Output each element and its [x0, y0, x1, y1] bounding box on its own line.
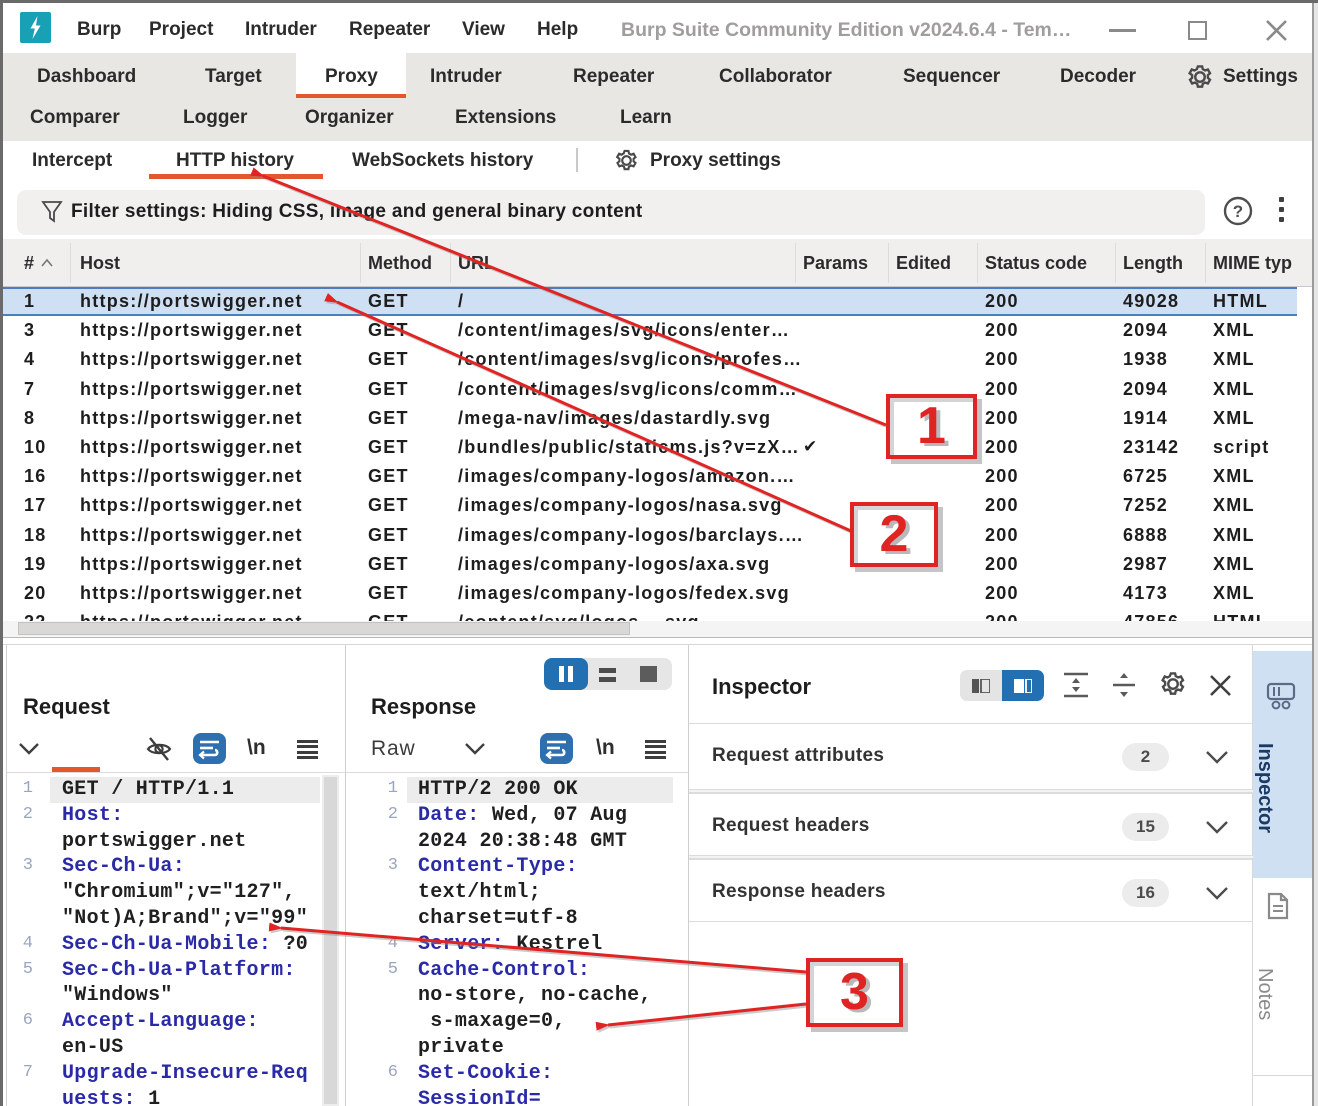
svg-text:?: ? — [1233, 202, 1243, 221]
